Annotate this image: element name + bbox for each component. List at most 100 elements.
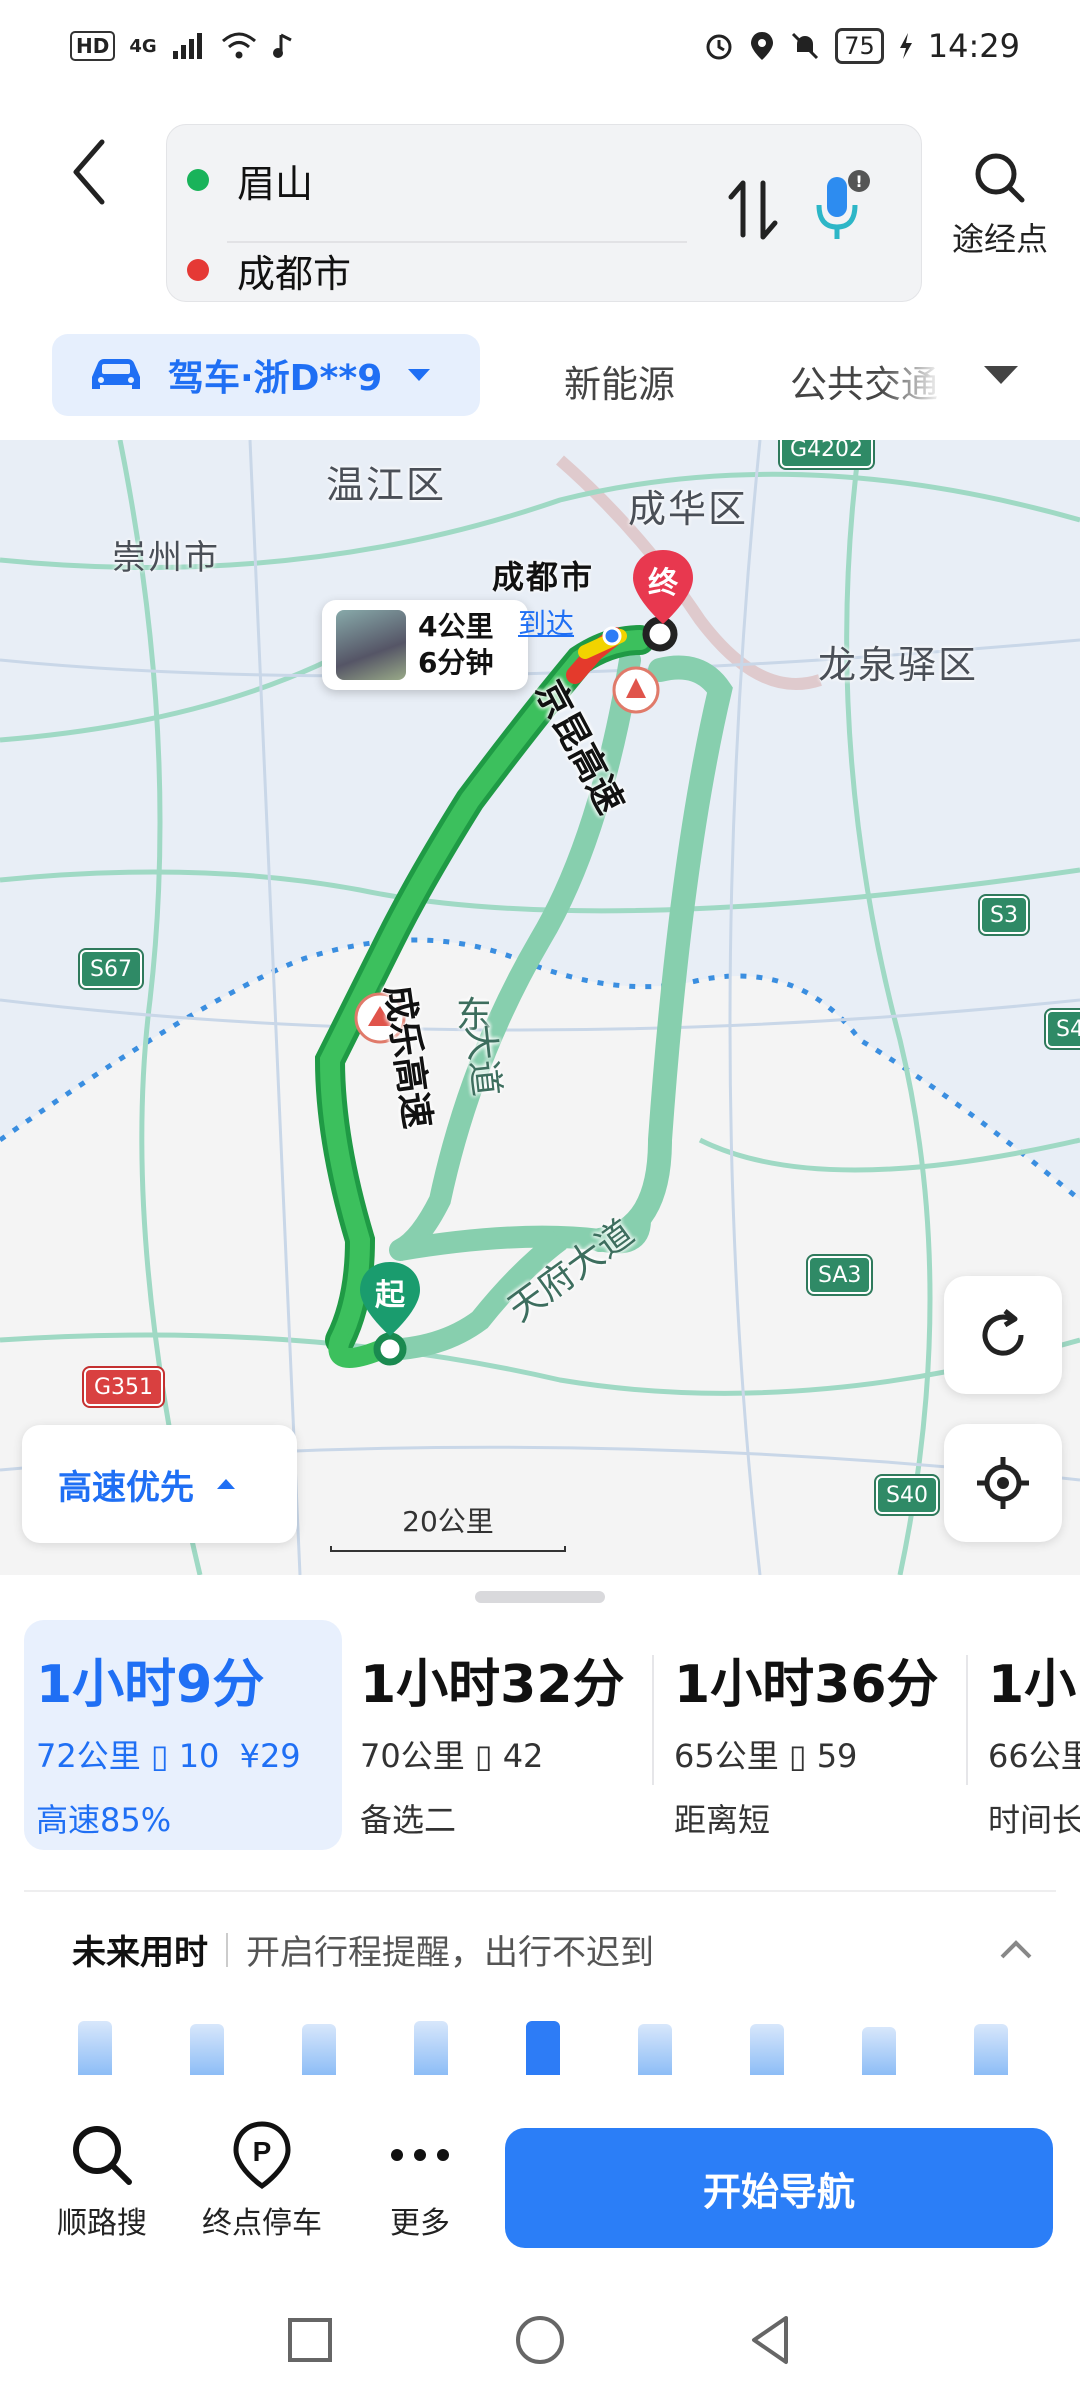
future-time-bar[interactable] [750,2024,784,2075]
traffic-light-icon: ▯ [150,1737,169,1775]
route-time: 1小 [988,1655,1077,1715]
road-shield: S67 [80,950,142,988]
start-pin: 起 [357,1260,423,1340]
future-time-title: 未来用时 [72,1933,208,1973]
chevron-up-icon [1000,1940,1032,1959]
car-icon [92,359,140,389]
district-label: 崇州市 [112,538,220,578]
future-time-bar[interactable] [190,2024,224,2075]
sheet-handle[interactable] [475,1591,605,1603]
signal-icon [172,33,202,59]
wifi-icon [221,32,256,59]
route-distance: 70公里 [360,1737,465,1775]
destination-text: 成都市 [237,251,352,296]
waypoint-button[interactable]: 途经点 [940,148,1060,268]
status-left: HD 4G [70,31,295,61]
future-time-bar[interactable] [862,2027,896,2075]
district-label: 成华区 [628,487,749,531]
future-time-bar[interactable] [302,2024,336,2075]
destination-parking-button[interactable]: P 终点停车 [182,2120,342,2242]
traffic-light-icon: ▯ [788,1737,807,1775]
route-lights: 59 [816,1737,858,1775]
dropdown-icon [408,369,431,381]
route-distance: 72公里 [36,1737,141,1775]
map-scale-label: 20公里 [402,1505,494,1538]
search-along-button[interactable]: 顺路搜 [22,2120,182,2242]
search-along-label: 顺路搜 [57,2206,147,2241]
route-map[interactable]: 温江区 成华区 崇州市 龙泉驿区 成都市 4公里 6分钟 到达 终 起 京昆高速… [0,440,1080,1575]
road-shield: G4202 [780,440,874,468]
card-separator [966,1655,968,1785]
recents-icon[interactable] [280,2310,340,2370]
waypoint-label: 途经点 [951,220,1048,258]
origin-text: 眉山 [237,161,314,206]
origin-field[interactable]: 眉山 [187,145,313,215]
future-time-bar[interactable] [78,2021,112,2075]
traffic-duration: 6分钟 [418,646,494,679]
route-header: 眉山 成都市 ! 途经点 [0,92,1080,320]
route-tag: 时间长 [988,1801,1080,1839]
chevron-down-icon [984,366,1018,384]
sheet-divider [24,1890,1056,1892]
route-option[interactable]: 1小时9分 72公里 ▯ 10 ¥29 高速85% [24,1620,342,1850]
future-separator [226,1932,228,1967]
svg-text:!: ! [855,172,862,191]
route-option[interactable]: 1小时32分 70公里 ▯ 42 备选二 [348,1620,648,1850]
route-preference-button[interactable]: 高速优先 [22,1425,297,1543]
road-shield: S40 [876,1476,938,1514]
back-nav-icon[interactable] [740,2310,800,2370]
origin-dot [187,169,209,191]
route-input-box: 眉山 成都市 ! [166,124,922,302]
traffic-card[interactable]: 4公里 6分钟 [322,600,528,690]
future-time-bar[interactable] [414,2021,448,2075]
search-icon [73,2126,132,2185]
future-time-header[interactable]: 未来用时 开启行程提醒，出行不迟到 [72,1925,654,1974]
more-modes-button[interactable] [976,350,1026,400]
chevron-up-icon [217,1479,235,1489]
route-sheet: 1小时9分 72公里 ▯ 10 ¥29 高速85% 1小时32分 70公里 ▯ … [0,1575,1080,2075]
locate-icon [977,1457,1029,1509]
future-time-bar[interactable] [974,2024,1008,2075]
hd-badge: HD [70,31,116,61]
traffic-thumbnail [336,610,406,680]
collapse-button[interactable] [996,1935,1036,1965]
charging-icon [899,33,912,59]
music-icon [272,33,292,58]
locate-button[interactable] [944,1424,1062,1542]
start-navigation-button[interactable]: 开始导航 [505,2128,1053,2248]
parking-icon: P [233,2121,291,2190]
alarm-icon [706,34,732,60]
tab-new-energy[interactable]: 新能源 [564,354,675,408]
future-time-bar[interactable] [526,2021,560,2075]
more-label: 更多 [390,2206,450,2241]
route-option[interactable]: 1小时36分 65公里 ▯ 59 距离短 [662,1620,962,1850]
road-label: 大道 [456,1021,515,1098]
home-icon[interactable] [510,2310,570,2370]
more-button[interactable]: 更多 [340,2120,500,2242]
route-tag: 备选二 [360,1801,457,1839]
status-right: 75 14:29 [703,27,1020,65]
voice-button[interactable]: ! [807,165,877,255]
route-tag: 高速85% [36,1801,172,1839]
future-time-bar[interactable] [638,2024,672,2075]
future-time-bars [78,2000,1038,2075]
route-meta: 65公里 ▯ 59 [674,1731,962,1777]
destination-field[interactable]: 成都市 [187,235,351,305]
svg-text:P: P [253,2136,272,2167]
card-separator [652,1655,654,1785]
arrive-label: 到达 [518,607,575,640]
road-shield: S3 [980,896,1028,934]
location-icon [751,32,774,60]
tab-drive[interactable]: 驾车·浙D**9 [52,334,480,416]
route-preference-label: 高速优先 [58,1467,194,1508]
refresh-icon [982,1309,1024,1356]
battery-indicator: 75 [835,28,884,64]
route-option[interactable]: 1小 66公里 时间长 [976,1620,1080,1850]
back-button[interactable] [60,132,120,212]
route-time: 1小时9分 [36,1655,265,1715]
traffic-light-icon: ▯ [474,1737,493,1775]
swap-icon [728,180,778,240]
refresh-button[interactable] [944,1276,1062,1394]
swap-button[interactable] [723,165,783,255]
destination-dot [187,259,209,281]
